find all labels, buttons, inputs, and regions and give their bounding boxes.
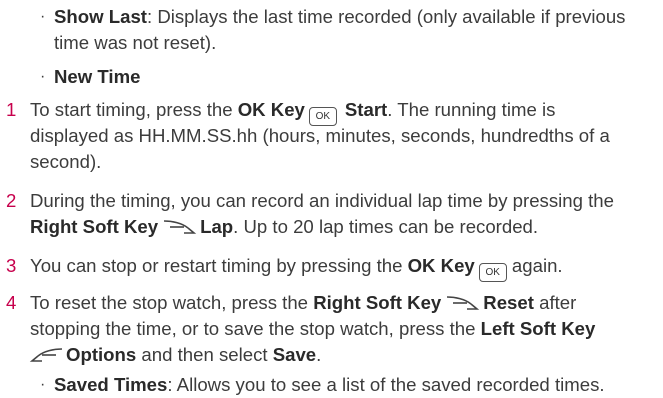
step-3-line-1: You can stop or restart timing by pressi… <box>30 253 563 282</box>
step-2-line-1: During the timing, you can record an ind… <box>30 188 614 214</box>
key-name: OK Key <box>407 255 475 276</box>
step-1-line-3: second). <box>30 149 101 175</box>
bullet-dot: · <box>40 68 46 85</box>
step-number: 4 <box>6 292 17 313</box>
step-text: second). <box>30 151 102 172</box>
step-number: 1 <box>6 99 17 120</box>
step-text: and then select <box>136 344 273 365</box>
step-2-line-2: Right Soft Key Lap. Up to 20 lap times ca… <box>30 214 538 240</box>
left-soft-key-icon <box>29 348 63 362</box>
key-action: Lap <box>200 216 234 237</box>
item-text: : Displays the last time recorded (only … <box>146 6 626 27</box>
step-1-line-2: displayed as HH.MM.SS.hh (hours, minutes… <box>30 123 610 149</box>
step-number: 2 <box>6 190 17 211</box>
key-name: Right Soft Key <box>313 292 442 313</box>
ok-key-icon: OK <box>478 263 507 282</box>
step-1-line-1: To start timing, press the OK Key OK Start… <box>30 97 555 126</box>
sub-item-new-time: New Time <box>54 64 140 90</box>
step-text: To start timing, press the <box>30 99 238 120</box>
sub-item-show-last-cont: time was not reset). <box>54 30 216 56</box>
sub-item-saved-times: Saved Times: Allows you to see a list of… <box>54 372 605 398</box>
step-number: 3 <box>6 255 17 276</box>
key-name: OK Key <box>237 99 305 120</box>
bullet-dot: · <box>40 376 46 393</box>
step-text: after <box>533 292 577 313</box>
key-name: Left Soft Key <box>480 318 596 339</box>
key-name: Right Soft Key <box>30 216 159 237</box>
step-text: You can stop or restart timing by pressi… <box>30 255 408 276</box>
step-4-line-3: Options and then select Save. <box>29 342 322 368</box>
sub-item-show-last: Show Last: Displays the last time record… <box>54 4 625 30</box>
key-action: Start <box>344 99 388 120</box>
item-text: time was not reset). <box>54 32 217 53</box>
item-label: Saved Times <box>54 374 168 395</box>
step-text: . Up to 20 lap times can be recorded. <box>233 216 539 237</box>
step-text: stopping the time, or to save the stop w… <box>30 318 481 339</box>
step-text: To reset the stop watch, press the <box>30 292 314 313</box>
bullet-dot: · <box>40 8 46 25</box>
right-soft-key-icon <box>447 296 480 310</box>
key-action: Save <box>272 344 317 365</box>
step-4-line-1: To reset the stop watch, press the Right… <box>30 290 576 316</box>
key-action: Options <box>66 344 137 365</box>
right-soft-key-icon <box>164 220 197 234</box>
item-text: : Allows you to see a list of the saved … <box>167 374 605 395</box>
step-text: During the timing, you can record an ind… <box>30 190 614 211</box>
key-action: Reset <box>483 292 534 313</box>
step-text: . <box>316 344 322 365</box>
step-4-line-2: stopping the time, or to save the stop w… <box>30 316 595 342</box>
item-label: Show Last <box>54 6 147 27</box>
manual-page: · Show Last: Displays the last time reco… <box>0 0 663 398</box>
item-label: New Time <box>54 66 141 87</box>
step-text: displayed as HH.MM.SS.hh (hours, minutes… <box>30 125 610 146</box>
step-text: . The running time is <box>387 99 556 120</box>
step-text: again. <box>506 255 563 276</box>
